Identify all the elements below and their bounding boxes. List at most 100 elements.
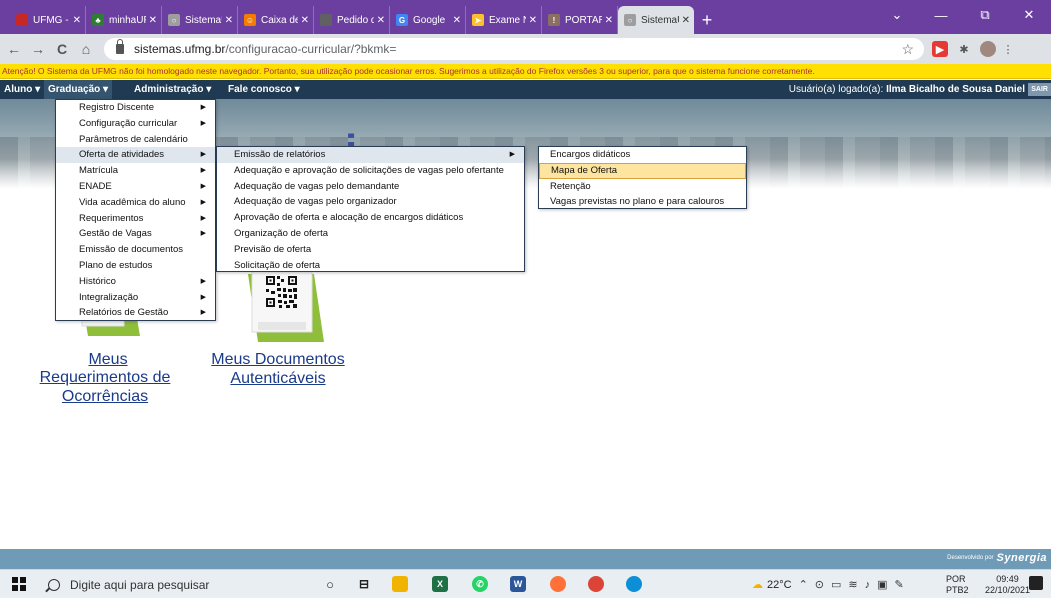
tab-title: minhaUFMG: [109, 14, 146, 26]
submenu-arrow-icon: ▶: [200, 167, 206, 175]
whatsapp-icon[interactable]: ✆: [472, 576, 488, 592]
menu-item[interactable]: Requerimentos ▶: [56, 211, 215, 227]
chrome-icon[interactable]: [588, 576, 604, 592]
menu-item[interactable]: Histórico ▶: [56, 274, 215, 290]
home-icon[interactable]: ⌂: [76, 38, 96, 60]
extension-red-icon[interactable]: ▶: [932, 41, 948, 57]
tray-chevron-icon[interactable]: ⌃: [799, 578, 808, 591]
tab-close-icon[interactable]: ✕: [225, 15, 233, 26]
profile-avatar-icon[interactable]: [980, 41, 996, 57]
browser-tab[interactable]: ♣ minhaUFMG✕: [86, 6, 162, 34]
tab-list: UFMG - Un✕♣minhaUFMG✕○SistemaUF✕☺Caixa d…: [10, 6, 720, 34]
window-controls: ⌄ — ⧉ ✕: [875, 0, 1051, 30]
tab-close-icon[interactable]: ✕: [149, 15, 157, 26]
new-tab-button[interactable]: +: [694, 6, 720, 34]
cortana-circle-icon[interactable]: ○: [322, 576, 338, 592]
menu-item[interactable]: Relatórios de Gestão ▶: [56, 305, 215, 321]
tab-close-icon[interactable]: ✕: [73, 15, 81, 26]
task-view-icon[interactable]: ⊟: [356, 576, 372, 592]
keyboard-language[interactable]: POR PTB2: [946, 574, 969, 596]
meus-requerimentos-link[interactable]: Meus: [58, 350, 158, 369]
menu-item-label: Adequação de vagas pelo organizador: [234, 196, 397, 208]
windows-start-icon[interactable]: [12, 577, 26, 591]
menu-item-label: Previsão de oferta: [234, 243, 312, 255]
tab-search-chevron-icon[interactable]: ⌄: [875, 0, 919, 30]
menu-item[interactable]: Adequação e aprovação de solicitações de…: [217, 163, 524, 179]
taskbar-search-box[interactable]: Digite aqui para pesquisar: [48, 570, 288, 598]
browser-tab[interactable]: G Google ✕: [390, 6, 466, 34]
meet-now-icon[interactable]: ▣: [877, 578, 887, 591]
weather-temperature[interactable]: 22°C: [767, 579, 792, 591]
logout-button[interactable]: SAIR: [1028, 83, 1051, 96]
tab-close-icon[interactable]: ✕: [453, 15, 461, 26]
battery-icon[interactable]: ▭: [831, 578, 841, 591]
tab-close-icon[interactable]: ✕: [377, 15, 385, 26]
menu-item[interactable]: Organização de oferta: [217, 226, 524, 242]
menu-item[interactable]: Adequação de vagas pelo organizador: [217, 194, 524, 210]
system-clock[interactable]: 09:49 22/10/2021: [985, 574, 1030, 596]
menu-administracao[interactable]: Administração ▾: [130, 80, 215, 99]
pen-icon[interactable]: ✎: [895, 578, 904, 591]
tab-close-icon[interactable]: ✕: [529, 15, 537, 26]
tab-favicon-icon: ♣: [92, 14, 104, 26]
minimize-icon[interactable]: —: [919, 0, 963, 30]
browser-tab[interactable]: ☺ Caixa de e✕: [238, 6, 314, 34]
maximize-icon[interactable]: ⧉: [963, 0, 1007, 30]
menu-item[interactable]: ENADE ▶: [56, 179, 215, 195]
menu-item[interactable]: Gestão de Vagas ▶: [56, 226, 215, 242]
bookmark-star-icon[interactable]: ☆: [901, 41, 914, 58]
close-window-icon[interactable]: ✕: [1007, 0, 1051, 30]
menu-item[interactable]: Emissão de documentos: [56, 242, 215, 258]
menu-fale-conosco[interactable]: Fale conosco ▾: [224, 80, 304, 99]
menu-item[interactable]: Parâmetros de calendário: [56, 132, 215, 148]
wifi-icon[interactable]: ≋: [848, 578, 857, 591]
menu-item[interactable]: Retenção: [539, 179, 746, 195]
browser-tab[interactable]: ○ SistemaUF✕: [618, 6, 694, 34]
documentos-card-image[interactable]: [236, 264, 326, 344]
forward-arrow-icon[interactable]: →: [28, 38, 48, 60]
reload-icon[interactable]: C: [52, 38, 72, 60]
edge-icon[interactable]: [626, 576, 642, 592]
menu-item[interactable]: Plano de estudos: [56, 258, 215, 274]
menu-item[interactable]: Solicitação de oferta: [217, 258, 524, 274]
meus-documentos-link[interactable]: Meus Documentos Autenticáveis: [203, 350, 353, 388]
menu-item[interactable]: Emissão de relatórios ▶: [217, 147, 524, 163]
word-icon[interactable]: W: [510, 576, 526, 592]
menu-aluno[interactable]: Aluno ▾: [0, 80, 44, 99]
tab-close-icon[interactable]: ✕: [605, 15, 613, 26]
menu-item[interactable]: Registro Discente ▶: [56, 100, 215, 116]
onedrive-icon[interactable]: ⊙: [815, 578, 824, 591]
address-bar[interactable]: sistemas.ufmg.br/configuracao-curricular…: [104, 38, 924, 60]
tab-close-icon[interactable]: ✕: [682, 15, 690, 26]
menu-item[interactable]: Configuração curricular ▶: [56, 116, 215, 132]
menu-item[interactable]: Previsão de oferta: [217, 242, 524, 258]
menu-item[interactable]: Vagas previstas no plano e para calouros: [539, 194, 746, 210]
menu-item[interactable]: Oferta de atividades ▶: [56, 147, 215, 164]
menu-item[interactable]: Vida acadêmica do aluno ▶: [56, 195, 215, 211]
notification-center-icon[interactable]: [1029, 576, 1043, 590]
browser-menu-icon[interactable]: ⋮: [1003, 41, 1014, 57]
menu-item[interactable]: Encargos didáticos: [539, 147, 746, 163]
volume-icon[interactable]: ♪: [865, 579, 871, 591]
menu-item[interactable]: Adequação de vagas pelo demandante: [217, 179, 524, 195]
excel-icon[interactable]: X: [432, 576, 448, 592]
weather-icon[interactable]: ☁: [752, 578, 763, 591]
submenu-arrow-icon: ▶: [200, 230, 206, 238]
firefox-icon[interactable]: [550, 576, 566, 592]
tab-close-icon[interactable]: ✕: [301, 15, 309, 26]
browser-tab[interactable]: ○ SistemaUF✕: [162, 6, 238, 34]
menu-item[interactable]: Matrícula ▶: [56, 163, 215, 179]
extensions-puzzle-icon[interactable]: ✱: [956, 41, 972, 57]
back-arrow-icon[interactable]: ←: [4, 38, 24, 60]
browser-tab[interactable]: ➤ Exame Na✕: [466, 6, 542, 34]
menu-item[interactable]: Integralização ▶: [56, 290, 215, 306]
browser-tab[interactable]: ! PORTARIA✕: [542, 6, 618, 34]
menu-item[interactable]: Aprovação de oferta e alocação de encarg…: [217, 210, 524, 226]
menu-graduacao[interactable]: Graduação ▾: [44, 80, 113, 99]
meus-requerimentos-link-2[interactable]: Requerimentos de Ocorrências: [30, 368, 180, 406]
menu-item-label: Adequação de vagas pelo demandante: [234, 180, 400, 192]
file-explorer-icon[interactable]: [392, 576, 408, 592]
browser-tab[interactable]: Pedido de✕: [314, 6, 390, 34]
browser-tab[interactable]: UFMG - Un✕: [10, 6, 86, 34]
menu-item[interactable]: Mapa de Oferta: [539, 162, 746, 179]
